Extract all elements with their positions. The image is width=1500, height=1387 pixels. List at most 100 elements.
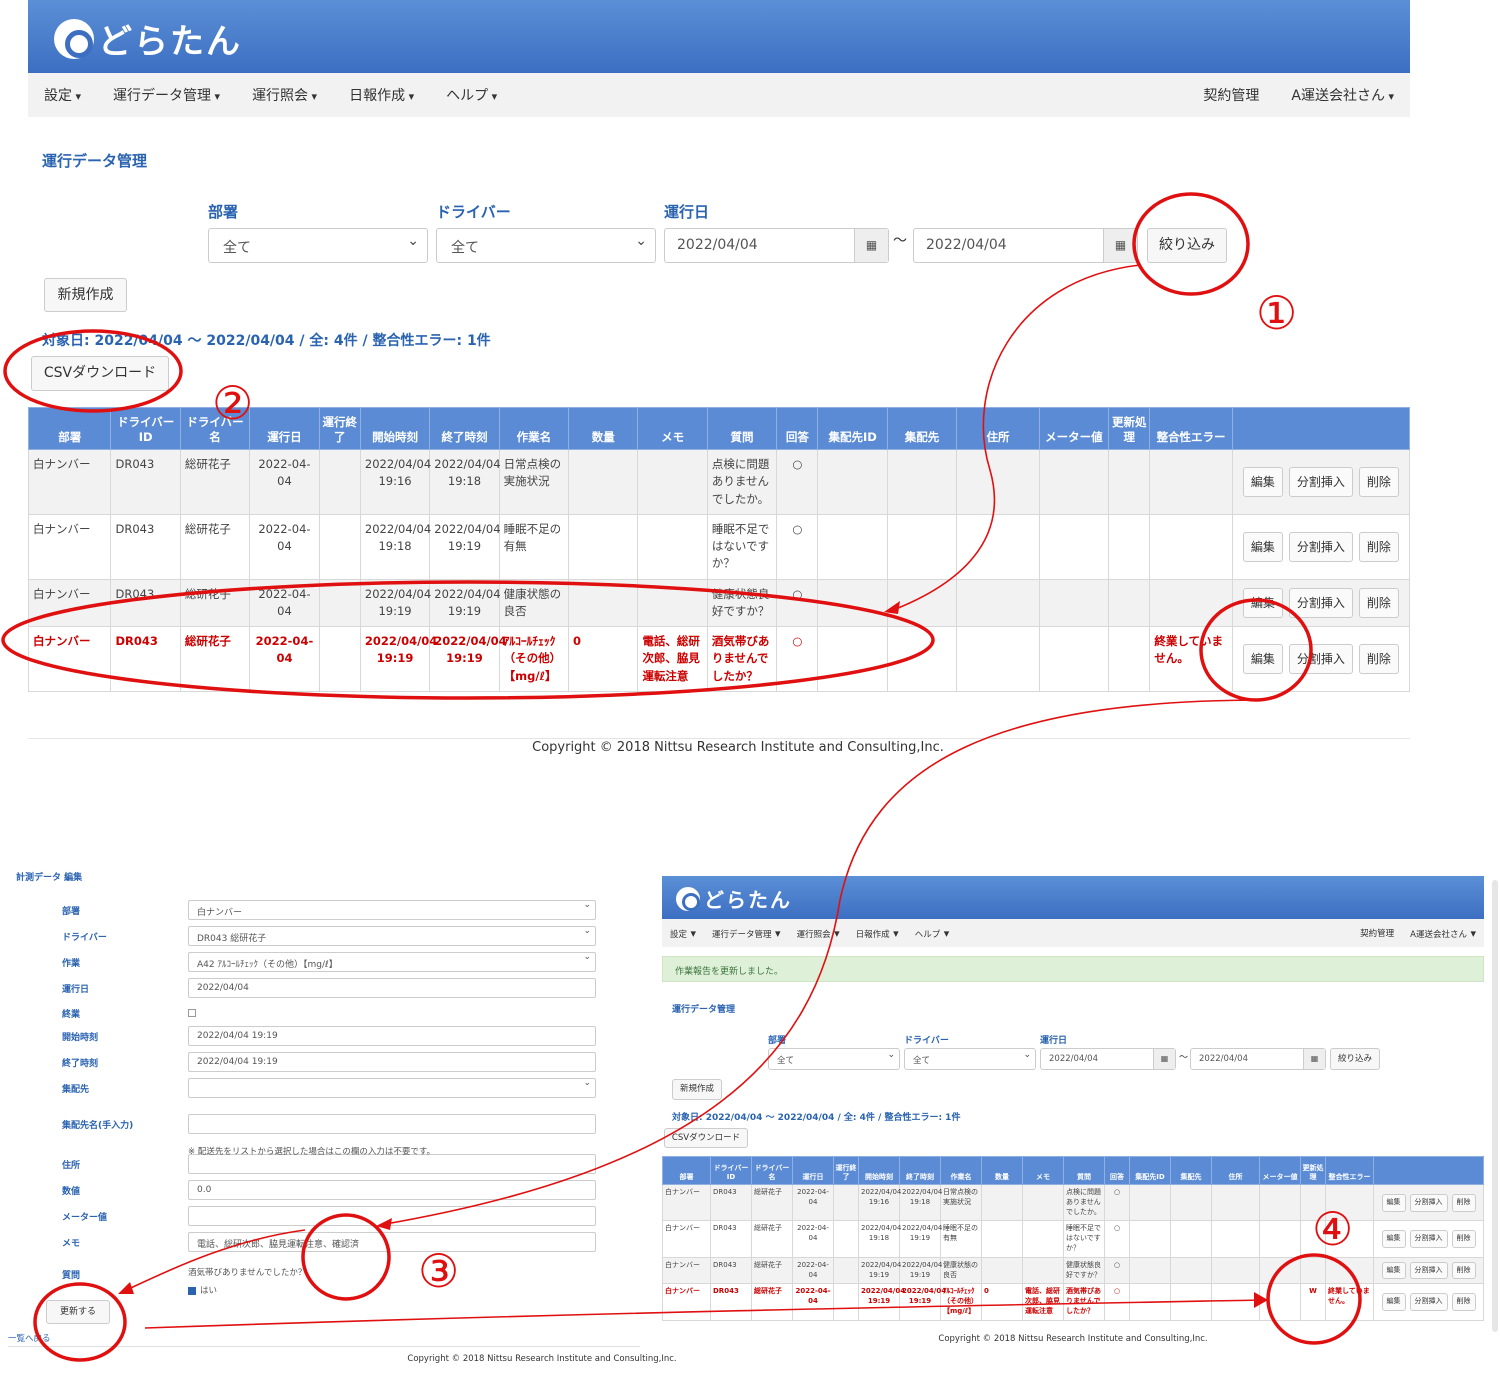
nav-daily-report[interactable]: 日報作成	[333, 85, 430, 105]
split-insert-button[interactable]: 分割挿入	[1409, 1193, 1448, 1212]
cell-driver-name: 総研花子	[179, 578, 251, 627]
mini-operation-table: 部署 ドライバーID ドライバー名 運行日 運行終了 開始時刻 終了時刻 作業名 数量 メモ 質問回…	[662, 1156, 1484, 1321]
field-select[interactable]: 白ナンバー	[188, 900, 596, 920]
split-insert-button[interactable]: 分割挿入	[1288, 466, 1353, 497]
field-input[interactable]: 0.0	[188, 1180, 596, 1200]
mini-csv-button[interactable]: CSVダウンロード	[664, 1128, 748, 1148]
filter-button[interactable]: 絞り込み	[1147, 228, 1227, 263]
mini-filter-button[interactable]: 絞り込み	[1330, 1048, 1380, 1070]
split-insert-button[interactable]: 分割挿入	[1409, 1293, 1448, 1311]
field-input[interactable]	[188, 1206, 596, 1226]
annotation-number: ①	[1256, 286, 1298, 340]
row-actions: 編集 分割挿入 削除	[1231, 449, 1411, 515]
field-input[interactable]: 2022/04/04 19:19	[188, 1026, 596, 1046]
field-input[interactable]: 2022/04/04 19:19	[188, 1052, 596, 1072]
nav-operation-data[interactable]: 運行データ管理	[704, 927, 789, 940]
edit-button[interactable]: 編集	[1381, 1230, 1406, 1248]
cell-driver-name: 総研花子	[179, 449, 251, 515]
nav-account[interactable]: A運送会社さん	[1275, 85, 1410, 105]
edit-button[interactable]: 編集	[1242, 531, 1283, 562]
delete-button[interactable]: 削除	[1451, 1193, 1476, 1212]
field-input[interactable]	[188, 1154, 596, 1174]
nav-account[interactable]: A運送会社さん	[1402, 927, 1484, 940]
mini-new-button[interactable]: 新規作成	[672, 1079, 722, 1100]
nav-operation-inquiry[interactable]: 運行照会	[236, 85, 333, 105]
delete-button[interactable]: 削除	[1358, 587, 1399, 618]
cell-end-time: 2022/04/04 19:19	[899, 1220, 942, 1258]
answer-option[interactable]: はい	[188, 1284, 217, 1296]
cell-update	[1108, 449, 1151, 515]
edit-button[interactable]: 編集	[1381, 1261, 1406, 1280]
end-checkbox[interactable]	[188, 1009, 196, 1017]
cell-answer: ○	[776, 626, 819, 692]
column-header: 作業名	[940, 1156, 982, 1185]
mini-date-from[interactable]: 2022/04/04 ▦	[1040, 1048, 1176, 1070]
delete-button[interactable]: 削除	[1451, 1261, 1476, 1280]
nav-settings[interactable]: 設定	[28, 85, 97, 105]
cell-dest-id	[1129, 1256, 1171, 1285]
split-insert-button[interactable]: 分割挿入	[1409, 1261, 1448, 1280]
checkbox-checked-icon[interactable]	[188, 1286, 196, 1295]
calendar-icon[interactable]: ▦	[1153, 1049, 1175, 1069]
mini-brand[interactable]: どらたん	[676, 884, 792, 913]
split-insert-button[interactable]: 分割挿入	[1288, 643, 1353, 674]
edit-button[interactable]: 編集	[1242, 466, 1283, 497]
split-insert-button[interactable]: 分割挿入	[1288, 587, 1353, 618]
back-link[interactable]: 一覧へ戻る	[8, 1332, 51, 1344]
nav-operation-data[interactable]: 運行データ管理	[97, 85, 236, 105]
nav-help[interactable]: ヘルプ	[907, 927, 958, 940]
cell-task: 日常点検の実施状況	[498, 449, 570, 515]
calendar-icon[interactable]: ▦	[1103, 229, 1137, 262]
nav-daily-report[interactable]: 日報作成	[848, 927, 907, 940]
field-label: 部署	[62, 907, 81, 917]
cell-address	[956, 626, 1040, 692]
cell-dest-id	[1129, 1183, 1171, 1222]
cell-qty	[981, 1220, 1023, 1258]
nav-contract[interactable]: 契約管理	[1187, 85, 1275, 105]
column-header: 作業名	[498, 407, 570, 450]
nav-operation-inquiry[interactable]: 運行照会	[789, 927, 848, 940]
nav-contract[interactable]: 契約管理	[1352, 927, 1402, 939]
cell-qty	[981, 1183, 1023, 1222]
split-insert-button[interactable]: 分割挿入	[1288, 531, 1353, 562]
nav-help[interactable]: ヘルプ	[430, 85, 513, 105]
field-select[interactable]: A42 ｱﾙｺｰﾙﾁｪｯｸ（その他）【mg/ℓ】	[188, 952, 596, 972]
edit-button[interactable]: 編集	[1242, 643, 1283, 674]
field-input[interactable]: 電話、総研次郎、脇見運転注意、確認済	[188, 1232, 596, 1252]
field-input[interactable]: 2022/04/04	[188, 978, 596, 998]
table-row: 白ナンバー DR043 総研花子 2022-04-04 2022/04/04 19:16…	[27, 449, 1411, 515]
delete-button[interactable]: 削除	[1358, 466, 1399, 497]
row-actions: 編集 分割挿入 削除	[1373, 1183, 1484, 1222]
cell-end-time: 2022/04/04 19:18	[429, 449, 501, 515]
driver-select[interactable]: 全て	[436, 228, 656, 263]
cell-task: 健康状態の良否	[498, 578, 570, 627]
edit-button[interactable]: 編集	[1242, 587, 1283, 618]
update-button[interactable]: 更新する	[46, 1300, 110, 1324]
split-insert-button[interactable]: 分割挿入	[1409, 1230, 1448, 1248]
edit-button[interactable]: 編集	[1381, 1193, 1406, 1212]
dept-select[interactable]: 全て	[208, 228, 428, 263]
field-select[interactable]: DR043 総研花子	[188, 926, 596, 946]
mini-date-to[interactable]: 2022/04/04 ▦	[1190, 1048, 1326, 1070]
csv-download-button[interactable]: CSVダウンロード	[31, 356, 169, 391]
date-from-input[interactable]: 2022/04/04 ▦	[664, 228, 889, 263]
date-to-input[interactable]: 2022/04/04 ▦	[913, 228, 1138, 263]
delete-button[interactable]: 削除	[1358, 643, 1399, 674]
delete-button[interactable]: 削除	[1358, 531, 1399, 562]
delete-button[interactable]: 削除	[1451, 1230, 1476, 1248]
mini-dept-select[interactable]: 全て	[768, 1048, 900, 1070]
brand[interactable]: どらたん	[54, 14, 242, 63]
cell-end	[833, 1183, 859, 1222]
edit-button[interactable]: 編集	[1381, 1293, 1406, 1311]
mini-copyright: Copyright © 2018 Nittsu Research Institu…	[938, 1334, 1208, 1344]
calendar-icon[interactable]: ▦	[1303, 1049, 1325, 1069]
field-input[interactable]	[188, 1114, 596, 1134]
new-button[interactable]: 新規作成	[44, 278, 127, 312]
nav-settings[interactable]: 設定	[662, 927, 704, 940]
field-select[interactable]	[188, 1078, 596, 1098]
cell-start-time: 2022/04/04 19:19	[359, 626, 437, 692]
delete-button[interactable]: 削除	[1451, 1293, 1476, 1311]
mini-driver-select[interactable]: 全て	[904, 1048, 1036, 1070]
scrollbar[interactable]	[1492, 880, 1498, 1332]
calendar-icon[interactable]: ▦	[854, 229, 888, 262]
